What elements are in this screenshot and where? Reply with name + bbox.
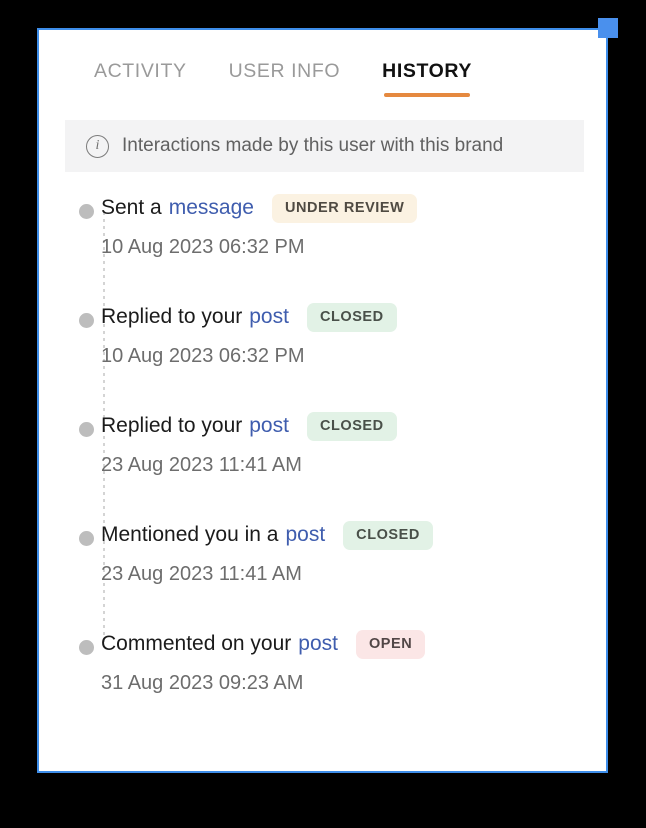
tab-label: HISTORY [382, 60, 472, 82]
event-action-text: Commented on your [101, 632, 292, 656]
tab-label: ACTIVITY [94, 60, 187, 82]
event-headline: Replied to your post CLOSED [101, 412, 606, 441]
event-action-text: Mentioned you in a [101, 523, 279, 547]
status-badge: CLOSED [306, 412, 397, 441]
info-banner: i Interactions made by this user with th… [65, 120, 584, 172]
event-target-link[interactable]: post [249, 414, 289, 438]
event-timestamp: 31 Aug 2023 09:23 AM [101, 671, 304, 694]
info-banner-text: Interactions made by this user with this… [122, 135, 504, 156]
event-headline: Mentioned you in a post CLOSED [101, 521, 606, 550]
timeline-event: Commented on your post OPEN 31 Aug 2023 09:… [79, 630, 606, 739]
tab-user-info[interactable]: USER INFO [229, 30, 341, 83]
timeline-event: Mentioned you in a post CLOSED 23 Aug 2023 … [79, 521, 606, 630]
event-action-text: Replied to your [101, 414, 243, 438]
event-target-link[interactable]: post [285, 523, 325, 547]
active-tab-underline [384, 93, 470, 97]
event-headline: Sent a message UNDER REVIEW [101, 194, 606, 223]
timeline-event: Replied to your post CLOSED 23 Aug 2023 11:… [79, 412, 606, 521]
status-badge: UNDER REVIEW [271, 194, 418, 223]
timeline-event: Sent a message UNDER REVIEW 10 Aug 2023 06:… [79, 194, 606, 303]
event-action-text: Sent a [101, 196, 162, 220]
event-target-link[interactable]: post [249, 305, 289, 329]
timeline-dot-icon [79, 640, 94, 655]
status-badge: OPEN [355, 630, 426, 659]
event-timestamp: 23 Aug 2023 11:41 AM [101, 562, 302, 585]
event-headline: Commented on your post OPEN [101, 630, 606, 659]
tab-history[interactable]: HISTORY [382, 30, 472, 97]
event-action-text: Replied to your [101, 305, 243, 329]
timeline-dot-icon [79, 313, 94, 328]
tab-bar: ACTIVITY USER INFO HISTORY [39, 30, 606, 104]
history-panel: ACTIVITY USER INFO HISTORY i Interactions … [37, 28, 608, 773]
tab-activity[interactable]: ACTIVITY [94, 30, 187, 83]
info-circle-icon: i [86, 134, 109, 158]
event-headline: Replied to your post CLOSED [101, 303, 606, 332]
history-timeline: Sent a message UNDER REVIEW 10 Aug 2023 06:… [39, 194, 606, 739]
event-target-link[interactable]: post [298, 632, 338, 656]
event-timestamp: 10 Aug 2023 06:32 PM [101, 344, 305, 367]
status-badge: CLOSED [306, 303, 397, 332]
event-timestamp: 23 Aug 2023 11:41 AM [101, 453, 302, 476]
event-timestamp: 10 Aug 2023 06:32 PM [101, 235, 305, 258]
timeline-dot-icon [79, 422, 94, 437]
resize-handle-top-right[interactable] [598, 18, 618, 38]
status-badge: CLOSED [343, 521, 433, 550]
event-target-link[interactable]: message [169, 196, 254, 220]
timeline-dot-icon [79, 204, 94, 219]
timeline-dot-icon [79, 531, 94, 546]
tab-label: USER INFO [228, 60, 341, 82]
timeline-event: Replied to your post CLOSED 10 Aug 2023 06:… [79, 303, 606, 412]
